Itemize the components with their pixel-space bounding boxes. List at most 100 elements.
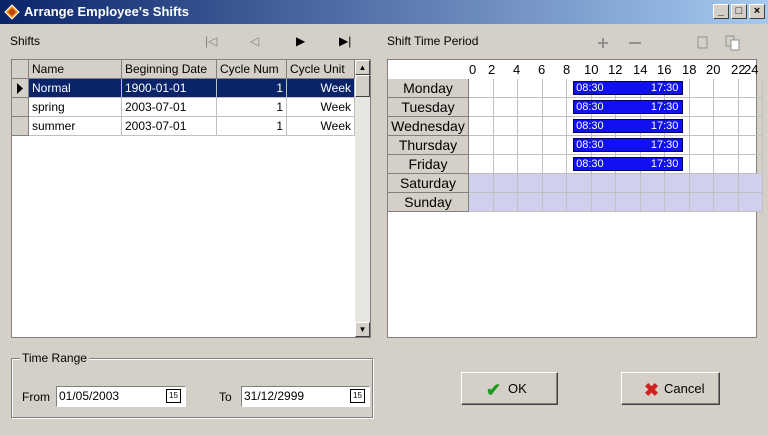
time-slot[interactable] — [665, 193, 690, 212]
time-slot[interactable] — [738, 98, 763, 117]
time-slot[interactable] — [542, 193, 567, 212]
cell-name[interactable]: spring — [29, 98, 122, 117]
time-slot[interactable] — [738, 136, 763, 155]
time-slot[interactable] — [714, 155, 739, 174]
ok-button[interactable]: ✔ OK — [461, 372, 558, 405]
time-slot[interactable] — [493, 136, 518, 155]
time-slot[interactable] — [738, 193, 763, 212]
table-row[interactable]: spring 2003-07-01 1 Week — [12, 98, 355, 117]
calendar-icon[interactable]: 15 — [350, 389, 365, 403]
time-slot[interactable] — [591, 174, 616, 193]
time-slot[interactable] — [518, 155, 543, 174]
time-slot[interactable] — [469, 117, 494, 136]
cell-cycle-num[interactable]: 1 — [217, 79, 287, 98]
column-header-name[interactable]: Name — [29, 60, 122, 79]
cell-cycle-num[interactable]: 1 — [217, 117, 287, 136]
time-slot[interactable] — [591, 193, 616, 212]
shifts-grid[interactable]: Name Beginning Date Cycle Num Cycle Unit… — [11, 59, 371, 338]
shift-bar[interactable]: 08:30 17:30 — [573, 119, 684, 133]
time-slot[interactable] — [469, 79, 494, 98]
time-slot[interactable] — [616, 174, 641, 193]
time-slot[interactable] — [542, 174, 567, 193]
time-slot[interactable] — [542, 98, 567, 117]
time-slot[interactable] — [469, 136, 494, 155]
from-date-field[interactable]: 01/05/2003 15 — [56, 386, 186, 407]
table-row[interactable]: summer 2003-07-01 1 Week — [12, 117, 355, 136]
copy-icon[interactable] — [696, 35, 710, 50]
column-header-cycle-num[interactable]: Cycle Num — [217, 60, 287, 79]
time-slot[interactable] — [738, 79, 763, 98]
time-slot[interactable] — [542, 79, 567, 98]
cell-cycle-num[interactable]: 1 — [217, 98, 287, 117]
first-record-icon[interactable]: |◁ — [205, 34, 217, 48]
cell-name[interactable]: Normal — [29, 79, 122, 98]
time-slot[interactable] — [567, 193, 592, 212]
column-header-cycle-unit[interactable]: Cycle Unit — [287, 60, 355, 79]
time-slot[interactable] — [518, 79, 543, 98]
cell-beginning-date[interactable]: 1900-01-01 — [122, 79, 217, 98]
calendar-icon[interactable]: 15 — [166, 389, 181, 403]
time-slot[interactable] — [469, 193, 494, 212]
cell-name[interactable]: summer — [29, 117, 122, 136]
last-record-icon[interactable]: ▶| — [339, 34, 351, 48]
paste-icon[interactable] — [725, 35, 741, 51]
time-slot[interactable] — [493, 79, 518, 98]
time-slot[interactable] — [689, 136, 714, 155]
time-slot[interactable] — [714, 98, 739, 117]
remove-icon[interactable] — [628, 37, 642, 49]
time-slot[interactable] — [518, 136, 543, 155]
time-slot[interactable] — [689, 79, 714, 98]
shift-bar[interactable]: 08:30 17:30 — [573, 81, 684, 95]
time-slot[interactable] — [738, 174, 763, 193]
next-record-icon[interactable]: ▶ — [296, 34, 305, 48]
cell-cycle-unit[interactable]: Week — [287, 98, 355, 117]
maximize-button[interactable]: □ — [731, 4, 747, 19]
time-slot[interactable] — [689, 117, 714, 136]
time-slot[interactable] — [738, 117, 763, 136]
time-slot[interactable] — [469, 174, 494, 193]
time-slot[interactable] — [518, 117, 543, 136]
time-slot[interactable] — [640, 193, 665, 212]
time-slot[interactable] — [689, 193, 714, 212]
table-row[interactable]: Normal 1900-01-01 1 Week — [12, 79, 355, 98]
to-date-field[interactable]: 31/12/2999 15 — [241, 386, 370, 407]
time-slot[interactable] — [518, 193, 543, 212]
cell-cycle-unit[interactable]: Week — [287, 117, 355, 136]
add-icon[interactable] — [597, 37, 609, 49]
shift-time-grid[interactable]: 0 2 4 6 8 10 12 14 16 18 20 22 24 Monday… — [387, 59, 763, 338]
close-button[interactable]: × — [749, 4, 765, 19]
time-slot[interactable] — [714, 117, 739, 136]
minimize-button[interactable]: _ — [713, 4, 729, 19]
time-slot[interactable] — [738, 155, 763, 174]
time-slot[interactable] — [469, 155, 494, 174]
time-slot[interactable] — [518, 98, 543, 117]
cancel-button[interactable]: ✖ Cancel — [621, 372, 720, 405]
time-slot[interactable] — [542, 117, 567, 136]
time-slot[interactable] — [567, 174, 592, 193]
time-slot[interactable] — [493, 98, 518, 117]
scroll-thumb[interactable] — [355, 75, 370, 97]
time-slot[interactable] — [665, 174, 690, 193]
cell-cycle-unit[interactable]: Week — [287, 79, 355, 98]
prev-record-icon[interactable]: ◁ — [250, 34, 259, 48]
time-slot[interactable] — [493, 174, 518, 193]
time-slot[interactable] — [689, 174, 714, 193]
time-slot[interactable] — [493, 193, 518, 212]
time-slot[interactable] — [689, 98, 714, 117]
time-slot[interactable] — [714, 193, 739, 212]
shift-bar[interactable]: 08:30 17:30 — [573, 100, 684, 114]
time-slot[interactable] — [689, 155, 714, 174]
vertical-scrollbar[interactable]: ▲ ▼ — [355, 60, 370, 337]
time-slot[interactable] — [518, 174, 543, 193]
time-slot[interactable] — [493, 117, 518, 136]
shift-bar[interactable]: 08:30 17:30 — [573, 157, 684, 171]
title-bar[interactable]: Arrange Employee's Shifts _ □ × — [0, 0, 768, 24]
time-slot[interactable] — [542, 155, 567, 174]
time-slot[interactable] — [469, 98, 494, 117]
cell-beginning-date[interactable]: 2003-07-01 — [122, 117, 217, 136]
column-header-beginning-date[interactable]: Beginning Date — [122, 60, 217, 79]
time-slot[interactable] — [714, 174, 739, 193]
time-slot[interactable] — [493, 155, 518, 174]
time-slot[interactable] — [640, 174, 665, 193]
scroll-up-button[interactable]: ▲ — [355, 60, 370, 75]
